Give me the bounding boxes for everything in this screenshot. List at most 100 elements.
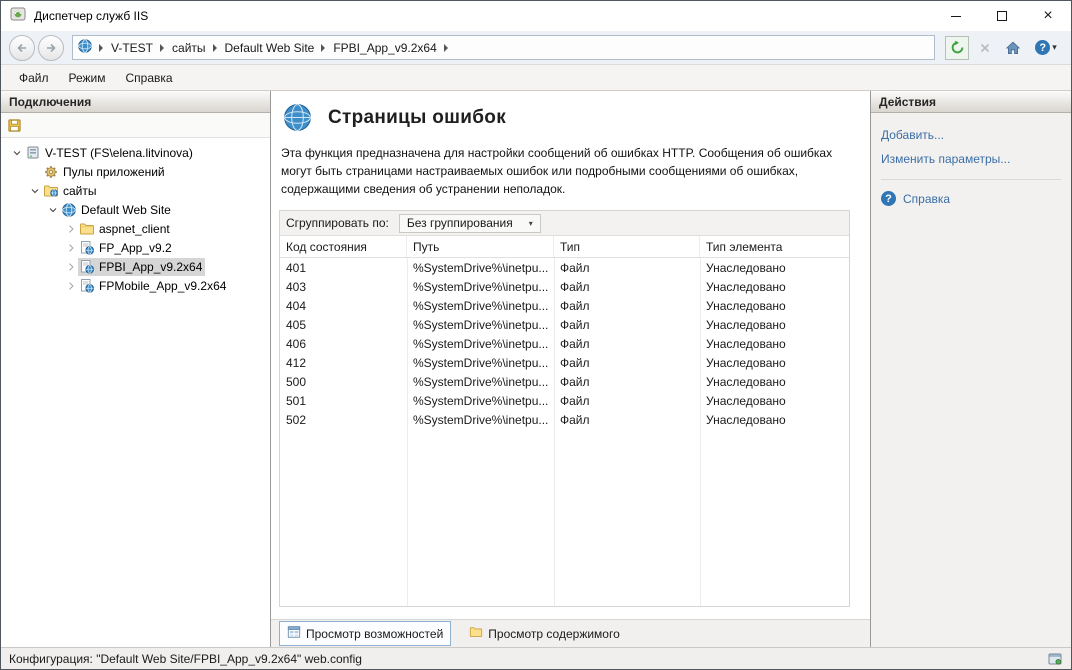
status-notification-icon[interactable]	[1047, 651, 1063, 667]
chevron-expanded-icon[interactable]	[45, 202, 60, 217]
error-pages-icon	[281, 101, 314, 134]
group-by-value: Без группирования	[407, 216, 513, 230]
tree-item-label: FPBI_App_v9.2x64	[99, 260, 202, 274]
table-cell: 404	[280, 299, 407, 313]
tree-item-content: сайты	[42, 182, 100, 200]
close-button[interactable]: ×	[1025, 1, 1071, 31]
error-pages-list: Сгруппировать по: Без группирования ▾ Ко…	[279, 210, 850, 607]
column-header[interactable]: Путь	[407, 236, 554, 257]
tree-arrow-spacer	[27, 164, 42, 179]
table-row[interactable]: 412%SystemDrive%\inetpu...ФайлУнаследова…	[280, 353, 849, 372]
application-icon	[79, 278, 95, 294]
chevron-collapsed-icon[interactable]	[63, 278, 78, 293]
action-add-link[interactable]: Добавить...	[881, 128, 1061, 142]
tree-item[interactable]: FPMobile_App_v9.2x64	[1, 276, 270, 295]
table-cell: 405	[280, 318, 407, 332]
chevron-collapsed-icon[interactable]	[63, 240, 78, 255]
maximize-button[interactable]	[979, 1, 1025, 31]
tree-item-label: Пулы приложений	[63, 165, 165, 179]
help-icon: ?	[881, 191, 896, 206]
back-button[interactable]	[9, 35, 35, 61]
tree-item[interactable]: FPBI_App_v9.2x64	[1, 257, 270, 276]
iis-app-icon	[10, 6, 26, 27]
table-row[interactable]: 406%SystemDrive%\inetpu...ФайлУнаследова…	[280, 334, 849, 353]
page-title: Страницы ошибок	[328, 107, 506, 129]
tree-item[interactable]: Пулы приложений	[1, 162, 270, 181]
tree-item[interactable]: Default Web Site	[1, 200, 270, 219]
tree-item-label: сайты	[63, 184, 97, 198]
chevron-collapsed-icon[interactable]	[63, 259, 78, 274]
table-cell: 502	[280, 413, 407, 427]
table-row[interactable]: 404%SystemDrive%\inetpu...ФайлУнаследова…	[280, 296, 849, 315]
group-by-dropdown[interactable]: Без группирования ▾	[399, 214, 541, 233]
breadcrumb-item[interactable]: сайты	[171, 39, 207, 57]
forward-button[interactable]	[38, 35, 64, 61]
breadcrumb-item[interactable]: V-TEST	[110, 39, 154, 57]
sites-folder-icon	[43, 183, 59, 199]
table-cell: 401	[280, 261, 407, 275]
table-cell: Файл	[554, 413, 700, 427]
tab-content-view[interactable]: Просмотр содержимого	[461, 621, 627, 646]
tab-features-view[interactable]: Просмотр возможностей	[279, 621, 451, 646]
refresh-button[interactable]	[945, 36, 969, 60]
table-cell: Файл	[554, 375, 700, 389]
tree-item[interactable]: FP_App_v9.2	[1, 238, 270, 257]
table-cell: Унаследовано	[700, 280, 849, 294]
action-edit-settings-link[interactable]: Изменить параметры...	[881, 152, 1061, 166]
tree-item[interactable]: V-TEST (FS\elena.litvinova)	[1, 143, 270, 162]
table-cell: Файл	[554, 299, 700, 313]
maximize-icon	[997, 11, 1007, 21]
chevron-expanded-icon[interactable]	[27, 183, 42, 198]
breadcrumb-item[interactable]: Default Web Site	[224, 39, 316, 57]
table-cell: %SystemDrive%\inetpu...	[407, 356, 554, 370]
table-cell: Унаследовано	[700, 356, 849, 370]
app-pools-icon	[43, 164, 59, 180]
tree-item-content: aspnet_client	[78, 220, 173, 238]
breadcrumb-item[interactable]: FPBI_App_v9.2x64	[332, 39, 437, 57]
table-row[interactable]: 401%SystemDrive%\inetpu...ФайлУнаследова…	[280, 258, 849, 277]
column-divider	[554, 258, 555, 606]
breadcrumb-separator-icon	[213, 44, 217, 52]
breadcrumb-items: V-TEST сайты Default Web Site FPBI_App_v9.2…	[93, 39, 455, 57]
home-icon	[1005, 40, 1021, 56]
column-header[interactable]: Тип	[554, 236, 700, 257]
chevron-expanded-icon[interactable]	[9, 145, 24, 160]
tree-item-label: FPMobile_App_v9.2x64	[99, 279, 226, 293]
minimize-button[interactable]	[933, 1, 979, 31]
table-row[interactable]: 405%SystemDrive%\inetpu...ФайлУнаследова…	[280, 315, 849, 334]
menu-help[interactable]: Справка	[116, 67, 183, 89]
menu-file[interactable]: Файл	[9, 67, 59, 89]
stop-button[interactable]	[973, 36, 997, 60]
action-help-link[interactable]: ? Справка	[881, 191, 1061, 206]
table-row[interactable]: 403%SystemDrive%\inetpu...ФайлУнаследова…	[280, 277, 849, 296]
help-menu-button[interactable]: ?▾	[1029, 36, 1063, 60]
column-header[interactable]: Тип элемента	[700, 236, 849, 257]
table-row[interactable]: 502%SystemDrive%\inetpu...ФайлУнаследова…	[280, 410, 849, 429]
features-view-icon	[287, 625, 301, 642]
site-globe-icon	[77, 38, 93, 57]
table-cell: 500	[280, 375, 407, 389]
table-cell: %SystemDrive%\inetpu...	[407, 394, 554, 408]
chevron-collapsed-icon[interactable]	[63, 221, 78, 236]
tree-item[interactable]: сайты	[1, 181, 270, 200]
actions-body: Добавить... Изменить параметры...? Справка	[871, 113, 1071, 216]
home-button[interactable]	[1001, 36, 1025, 60]
window-title: Диспетчер служб IIS	[34, 9, 148, 23]
tree-item-label: V-TEST (FS\elena.litvinova)	[45, 146, 193, 160]
application-icon	[79, 240, 95, 256]
tree-item[interactable]: aspnet_client	[1, 219, 270, 238]
action-help-label: Справка	[903, 192, 950, 206]
table-row[interactable]: 501%SystemDrive%\inetpu...ФайлУнаследова…	[280, 391, 849, 410]
table-cell: Файл	[554, 394, 700, 408]
save-connection-icon[interactable]	[7, 118, 22, 133]
content-view-icon	[469, 625, 483, 642]
table-row[interactable]: 500%SystemDrive%\inetpu...ФайлУнаследова…	[280, 372, 849, 391]
list-header: Код состоянияПутьТипТип элемента	[280, 236, 849, 258]
column-header[interactable]: Код состояния	[280, 236, 407, 257]
actions-divider	[881, 179, 1061, 180]
tab-label: Просмотр возможностей	[306, 627, 443, 641]
stop-x-icon	[978, 41, 992, 55]
feature-view-content: Страницы ошибок Эта функция предназначен…	[271, 91, 870, 619]
menu-view[interactable]: Режим	[59, 67, 116, 89]
column-divider	[407, 258, 408, 606]
